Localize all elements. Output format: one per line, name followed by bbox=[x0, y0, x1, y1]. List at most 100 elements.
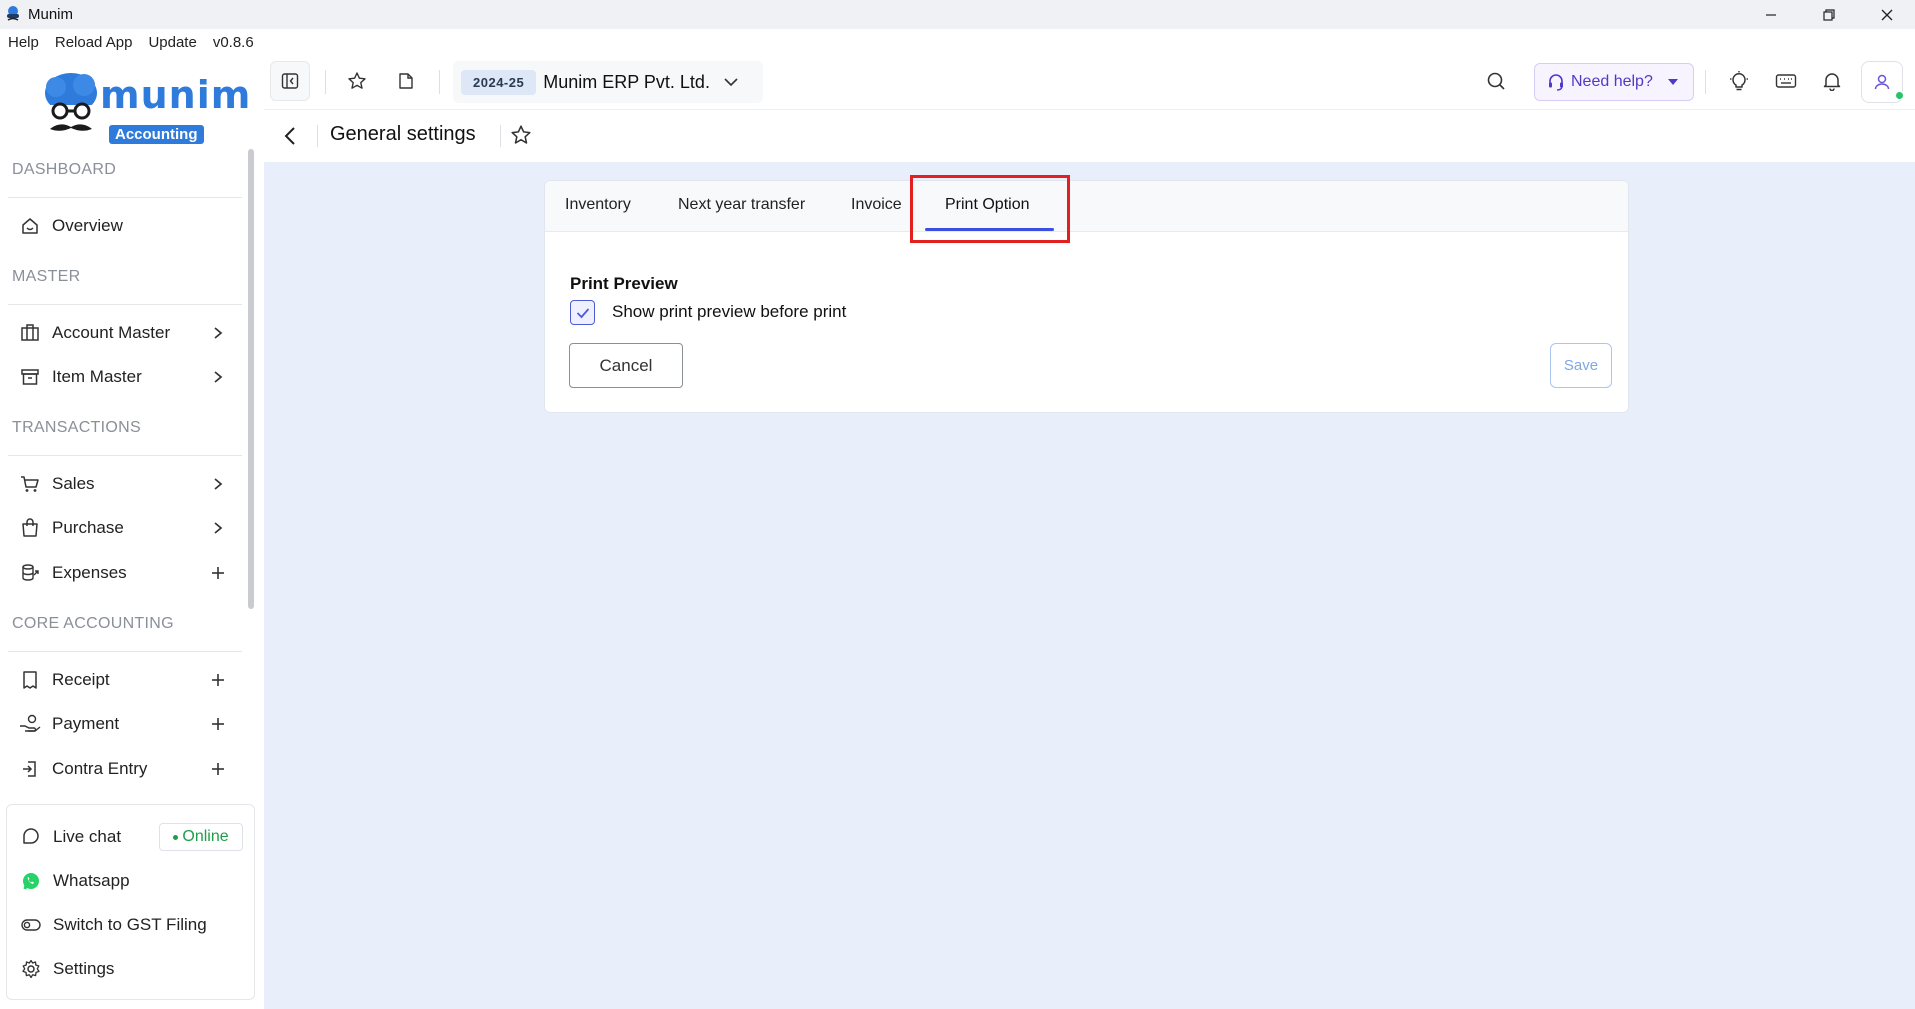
notifications-button[interactable] bbox=[1812, 61, 1852, 101]
divider bbox=[325, 70, 326, 94]
box-icon bbox=[18, 365, 42, 389]
user-icon bbox=[1873, 73, 1891, 91]
building-icon bbox=[18, 321, 42, 345]
switch-gst-filing-link[interactable]: Switch to GST Filing bbox=[19, 907, 229, 943]
sidebar-item-label: Contra Entry bbox=[52, 759, 148, 778]
save-button[interactable]: Save bbox=[1550, 343, 1612, 388]
tab-invoice[interactable]: Invoice bbox=[851, 196, 902, 214]
plus-icon[interactable] bbox=[208, 714, 228, 734]
sidebar-item-label: Sales bbox=[52, 474, 95, 493]
whatsapp-label: Whatsapp bbox=[53, 871, 130, 890]
live-chat-label: Live chat bbox=[53, 827, 122, 846]
plus-icon[interactable] bbox=[208, 670, 228, 690]
tab-inventory[interactable]: Inventory bbox=[565, 196, 631, 214]
plus-icon[interactable] bbox=[208, 759, 228, 779]
sidebar-item-purchase[interactable]: Purchase bbox=[18, 510, 228, 546]
minimize-icon bbox=[1765, 9, 1777, 21]
mascot-icon bbox=[42, 71, 100, 139]
collapse-sidebar-icon bbox=[281, 72, 299, 90]
divider bbox=[439, 70, 440, 94]
online-dot-icon bbox=[173, 834, 179, 840]
menubar: Help Reload App Update v0.8.6 bbox=[0, 29, 260, 55]
sidebar-item-overview[interactable]: Overview bbox=[18, 208, 228, 244]
page-title: General settings bbox=[330, 123, 476, 145]
collapse-sidebar-button[interactable] bbox=[270, 61, 310, 101]
payment-icon bbox=[18, 712, 42, 736]
sidebar-item-label: Overview bbox=[52, 216, 123, 235]
sidebar-item-item-master[interactable]: Item Master bbox=[18, 359, 228, 395]
close-window-button[interactable] bbox=[1864, 0, 1910, 29]
settings-card: Inventory Next year transfer Invoice Pri… bbox=[544, 180, 1629, 413]
sidebar-item-sales[interactable]: Sales bbox=[18, 466, 228, 502]
app-version: v0.8.6 bbox=[212, 33, 254, 51]
section-transactions: TRANSACTIONS bbox=[12, 419, 141, 436]
chevron-right-icon[interactable] bbox=[208, 323, 228, 343]
section-dashboard: DASHBOARD bbox=[12, 161, 117, 178]
search-button[interactable] bbox=[1476, 61, 1516, 101]
logo-wordmark: munim bbox=[100, 73, 252, 117]
window-titlebar: Munim bbox=[0, 0, 1915, 29]
chevron-right-icon[interactable] bbox=[208, 367, 228, 387]
star-icon bbox=[347, 71, 367, 91]
divider bbox=[317, 125, 318, 147]
cart-icon bbox=[18, 472, 42, 496]
notes-button[interactable] bbox=[386, 61, 426, 101]
cancel-button[interactable]: Cancel bbox=[569, 343, 683, 388]
sidebar-item-label: Item Master bbox=[52, 367, 142, 386]
print-preview-checkbox[interactable] bbox=[570, 300, 595, 325]
page-header: General settings bbox=[264, 110, 1915, 162]
gear-icon bbox=[19, 957, 43, 981]
sidebar-item-label: Payment bbox=[52, 714, 120, 733]
online-indicator bbox=[1895, 91, 1904, 100]
menu-update[interactable]: Update bbox=[148, 34, 196, 51]
restore-icon bbox=[1823, 8, 1835, 21]
user-avatar-button[interactable] bbox=[1861, 61, 1904, 103]
live-chat-link[interactable]: Live chat bbox=[19, 819, 159, 855]
settings-label: Settings bbox=[53, 959, 115, 978]
sidebar-item-contra-entry[interactable]: Contra Entry bbox=[18, 751, 228, 787]
chevron-down-icon bbox=[724, 77, 738, 87]
highlight-annotation bbox=[910, 175, 1070, 243]
sidebar-item-receipt[interactable]: Receipt bbox=[18, 662, 228, 698]
plus-icon[interactable] bbox=[208, 563, 228, 583]
search-icon bbox=[1486, 71, 1506, 91]
ideas-button[interactable] bbox=[1719, 61, 1759, 101]
sidebar-item-label: Expenses bbox=[52, 563, 127, 582]
menu-help[interactable]: Help bbox=[8, 34, 39, 51]
sidebar-item-label: Account Master bbox=[52, 323, 171, 342]
company-name: Munim ERP Pvt. Ltd. bbox=[543, 71, 710, 92]
company-selector[interactable]: 2024-25 Munim ERP Pvt. Ltd. bbox=[453, 61, 763, 103]
favorites-button[interactable] bbox=[337, 61, 377, 101]
settings-tabs: Inventory Next year transfer Invoice Pri… bbox=[545, 181, 1628, 232]
chevron-right-icon[interactable] bbox=[208, 518, 228, 538]
sidebar-item-account-master[interactable]: Account Master bbox=[18, 315, 228, 351]
whatsapp-link[interactable]: Whatsapp bbox=[19, 863, 229, 899]
window-title: Munim bbox=[28, 6, 74, 23]
keyboard-icon bbox=[1775, 73, 1797, 89]
need-help-button[interactable]: Need help? bbox=[1534, 63, 1694, 101]
sidebar-scrollbar[interactable] bbox=[248, 149, 254, 609]
tab-next-year-transfer[interactable]: Next year transfer bbox=[678, 196, 805, 214]
munim-logo[interactable]: munim Accounting bbox=[42, 71, 250, 144]
chevron-right-icon[interactable] bbox=[208, 474, 228, 494]
bookmark-star-icon[interactable] bbox=[510, 124, 534, 148]
divider bbox=[8, 197, 242, 198]
divider bbox=[8, 304, 242, 305]
topbar: 2024-25 Munim ERP Pvt. Ltd. Need help? bbox=[264, 55, 1915, 110]
sidebar-item-payment[interactable]: Payment bbox=[18, 706, 228, 742]
online-status-badge: Online bbox=[159, 823, 243, 851]
bag-icon bbox=[18, 516, 42, 540]
minimize-button[interactable] bbox=[1748, 0, 1794, 29]
menu-reload-app[interactable]: Reload App bbox=[55, 34, 133, 51]
section-core-accounting: CORE ACCOUNTING bbox=[12, 615, 174, 632]
restore-button[interactable] bbox=[1806, 0, 1852, 29]
sidebar-item-label: Purchase bbox=[52, 518, 124, 537]
sidebar-item-expenses[interactable]: Expenses bbox=[18, 555, 228, 591]
back-arrow-icon[interactable] bbox=[279, 124, 303, 148]
settings-link[interactable]: Settings bbox=[19, 951, 229, 987]
section-master: MASTER bbox=[12, 268, 81, 285]
online-status-label: Online bbox=[182, 828, 229, 845]
keyboard-shortcuts-button[interactable] bbox=[1766, 61, 1806, 101]
print-preview-checkbox-label[interactable]: Show print preview before print bbox=[612, 302, 846, 322]
lightbulb-icon bbox=[1728, 70, 1750, 92]
